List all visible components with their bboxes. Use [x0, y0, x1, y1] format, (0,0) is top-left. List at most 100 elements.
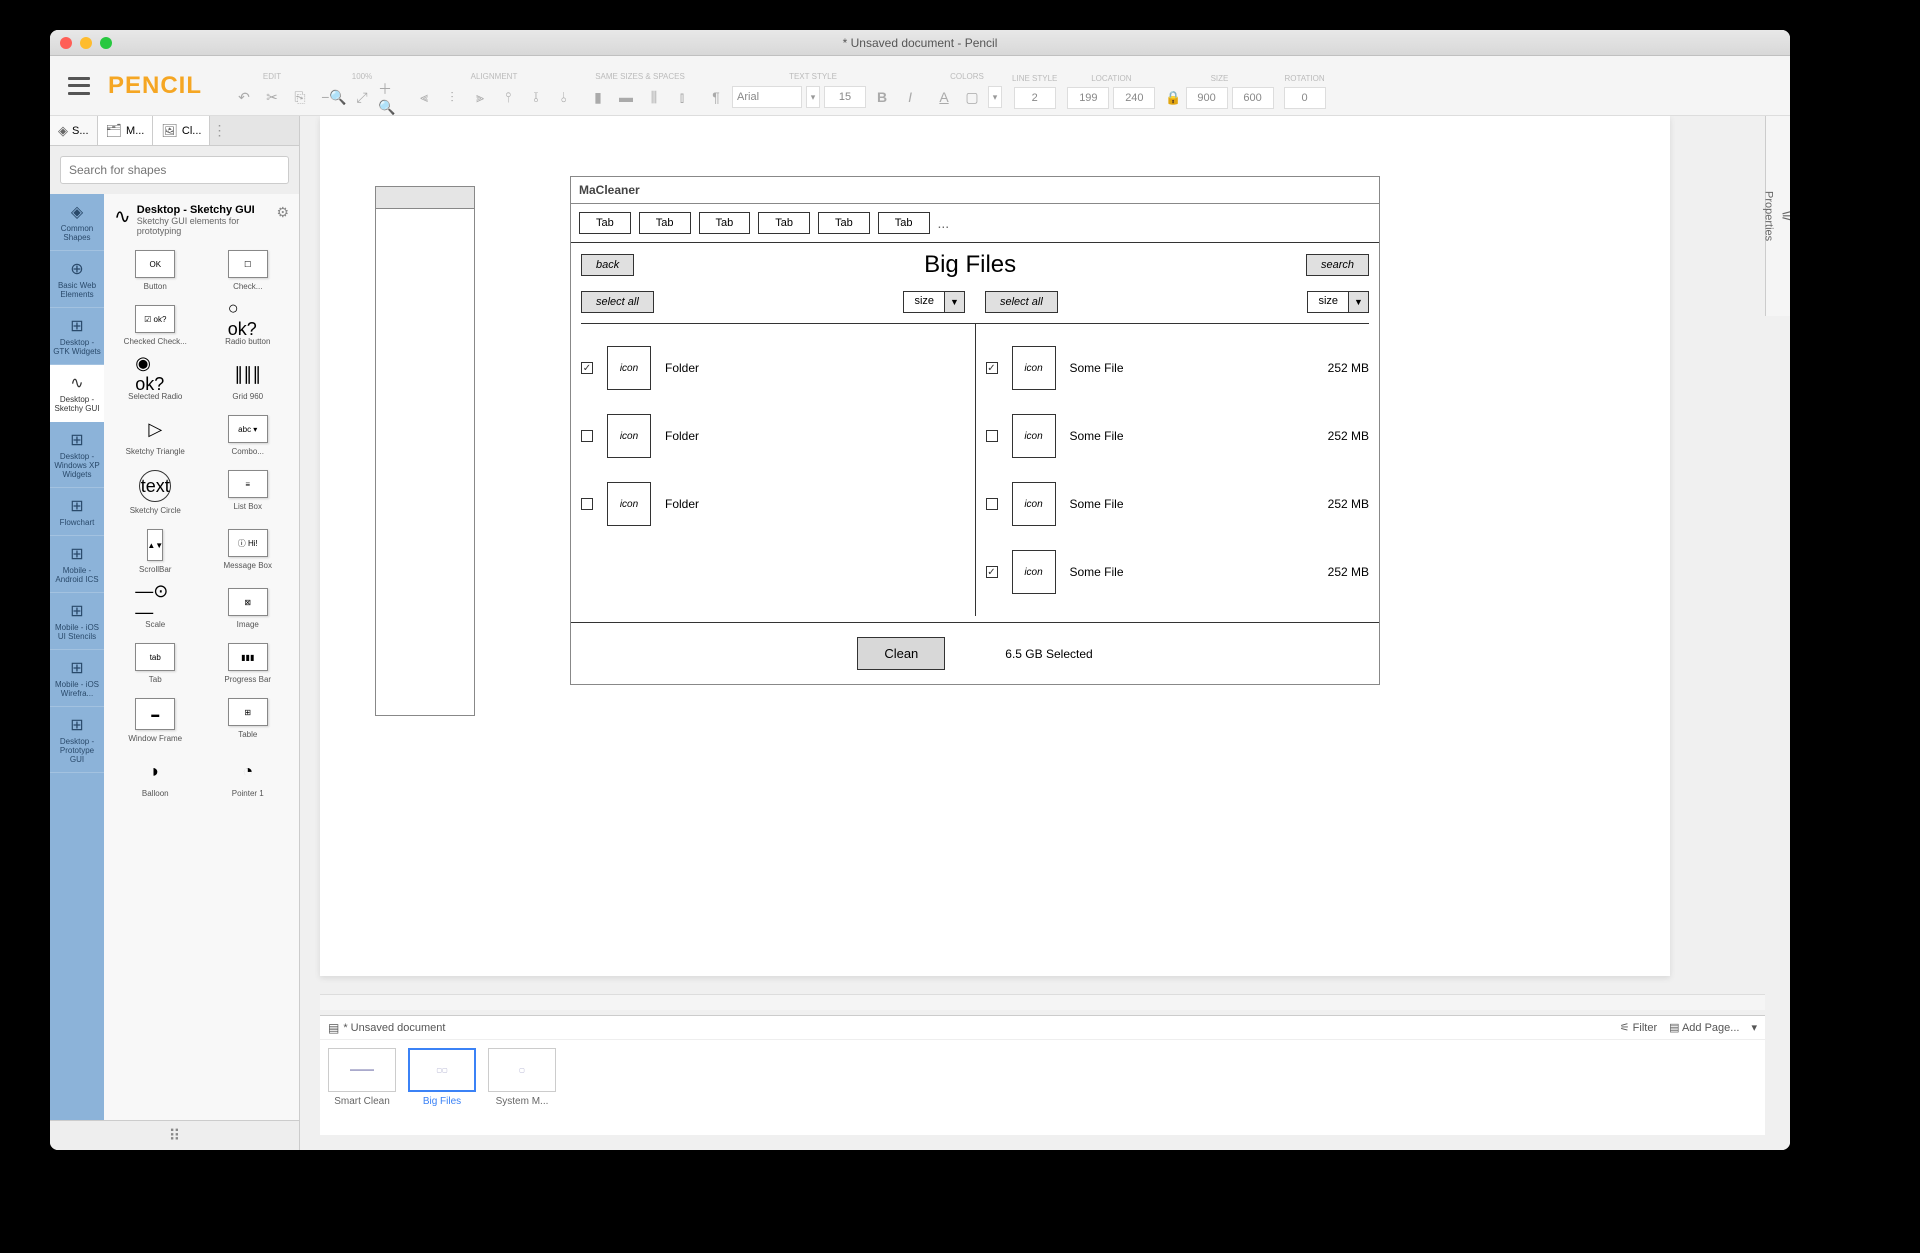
page-thumb-bigfiles[interactable]: ▢▢ Big Files [408, 1048, 476, 1127]
page-thumb-systemm[interactable]: ▢ System M... [488, 1048, 556, 1127]
bold-icon[interactable]: B [870, 85, 894, 109]
lock-icon[interactable]: 🔒 [1165, 90, 1181, 106]
shape-checked-checkbox[interactable]: ☑ ok?Checked Check... [112, 301, 199, 350]
text-color-icon[interactable]: A [932, 85, 956, 109]
font-select[interactable] [732, 86, 802, 108]
shape-window[interactable]: ▬Window Frame [112, 694, 199, 747]
category-ios-stencils[interactable]: ⊞Mobile - iOS UI Stencils [50, 593, 104, 650]
category-gtk[interactable]: ⊞Desktop - GTK Widgets [50, 308, 104, 365]
macleaner-wireframe[interactable]: MaCleaner Tab Tab Tab Tab Tab Tab ... ba… [570, 176, 1380, 685]
category-sketchy[interactable]: ∿Desktop - Sketchy GUI [50, 365, 104, 422]
size-w-input[interactable] [1186, 87, 1228, 109]
shape-tab[interactable]: tabTab [112, 639, 199, 688]
shape-msgbox[interactable]: ⓘ Hi!Message Box [205, 525, 292, 578]
search-input[interactable] [60, 156, 289, 184]
add-page-button[interactable]: ▤ Add Page... [1669, 1021, 1739, 1034]
align-center-icon[interactable]: ⫶ [440, 85, 464, 109]
checkbox-icon[interactable] [581, 430, 593, 442]
chevron-down-icon[interactable]: ▾ [988, 86, 1002, 108]
line-width-input[interactable] [1014, 87, 1056, 109]
shape-button[interactable]: OKButton [112, 246, 199, 295]
page-thumb-smartclean[interactable]: ▬▬▬▬ Smart Clean [328, 1048, 396, 1127]
panel-tab-m[interactable]: 🗂M... [98, 116, 154, 145]
titlebar[interactable]: * Unsaved document - Pencil [50, 30, 1790, 56]
chevron-down-icon[interactable]: ▾ [1751, 1021, 1757, 1034]
shape-listbox[interactable]: ≡List Box [205, 466, 292, 519]
dist-v-icon[interactable]: ⫾ [670, 85, 694, 109]
category-common[interactable]: ◈Common Shapes [50, 194, 104, 251]
checkbox-icon[interactable] [986, 430, 998, 442]
shape-checkbox[interactable]: ☐Check... [205, 246, 292, 295]
shape-table[interactable]: ⊞Table [205, 694, 292, 747]
shape-triangle[interactable]: ▷Sketchy Triangle [112, 411, 199, 460]
panel-tab-overflow[interactable]: ⋮ [210, 116, 228, 145]
properties-panel-collapsed[interactable]: ⚟ Properties [1765, 116, 1790, 316]
shape-radio[interactable]: ○ ok?Radio button [205, 301, 292, 350]
zoom-out-icon[interactable]: −🔍 [322, 85, 346, 109]
font-size-input[interactable] [824, 86, 866, 108]
shape-grid960[interactable]: ∥∥∥Grid 960 [205, 356, 292, 405]
clean-button[interactable]: Clean [857, 637, 945, 670]
menu-icon[interactable] [68, 77, 90, 95]
canvas-page[interactable]: MaCleaner Tab Tab Tab Tab Tab Tab ... ba… [320, 116, 1670, 976]
background-window-wireframe[interactable] [375, 186, 475, 716]
zoom-in-icon[interactable]: ＋🔍 [378, 85, 402, 109]
shape-combo[interactable]: abc ▾Combo... [205, 411, 292, 460]
italic-icon[interactable]: I [898, 85, 922, 109]
file-row[interactable]: ✓ icon Some File 252 MB [986, 538, 1370, 606]
category-android[interactable]: ⊞Mobile - Android ICS [50, 536, 104, 593]
panel-tab-shapes[interactable]: ◈S... [50, 116, 98, 145]
folder-row[interactable]: icon Folder [581, 470, 965, 538]
back-button[interactable]: back [581, 254, 634, 276]
align-right-icon[interactable]: ⫸ [468, 85, 492, 109]
sort-select[interactable]: size ▼ [1307, 291, 1369, 313]
align-middle-icon[interactable]: ⫱ [524, 85, 548, 109]
loc-x-input[interactable] [1067, 87, 1109, 109]
sort-select[interactable]: size ▼ [903, 291, 965, 313]
undo-icon[interactable]: ↶ [232, 85, 256, 109]
folder-row[interactable]: icon Folder [581, 402, 965, 470]
checkbox-icon[interactable] [581, 498, 593, 510]
file-row[interactable]: icon Some File 252 MB [986, 402, 1370, 470]
shape-circle[interactable]: textSketchy Circle [112, 466, 199, 519]
same-height-icon[interactable]: ▬ [614, 85, 638, 109]
folder-row[interactable]: ✓ icon Folder [581, 334, 965, 402]
cut-icon[interactable]: ✂ [260, 85, 284, 109]
wireframe-tab[interactable]: Tab [579, 212, 631, 234]
category-web[interactable]: ⊕Basic Web Elements [50, 251, 104, 308]
wireframe-tab[interactable]: Tab [818, 212, 870, 234]
align-top-icon[interactable]: ⫯ [496, 85, 520, 109]
shape-scrollbar[interactable]: ▲▼ScrollBar [112, 525, 199, 578]
filter-button[interactable]: ⚟ Filter [1620, 1021, 1657, 1034]
shape-image[interactable]: ⊠Image [205, 584, 292, 633]
align-bottom-icon[interactable]: ⫰ [552, 85, 576, 109]
category-winxp[interactable]: ⊞Desktop - Windows XP Widgets [50, 422, 104, 488]
horizontal-scrollbar[interactable] [320, 994, 1765, 1010]
wireframe-tab[interactable]: Tab [758, 212, 810, 234]
same-width-icon[interactable]: ▮ [586, 85, 610, 109]
category-ios-wireframe[interactable]: ⊞Mobile - iOS Wirefra... [50, 650, 104, 707]
rotation-input[interactable] [1284, 87, 1326, 109]
wireframe-tab[interactable]: Tab [699, 212, 751, 234]
panel-tab-cl[interactable]: 🖼Cl... [153, 116, 210, 145]
select-all-button[interactable]: select all [581, 291, 654, 313]
category-flowchart[interactable]: ⊞Flowchart [50, 488, 104, 536]
zoom-fit-icon[interactable]: ⤢ [350, 85, 374, 109]
category-prototype[interactable]: ⊞Desktop - Prototype GUI [50, 707, 104, 773]
gear-icon[interactable]: ⚙ [276, 204, 289, 221]
text-align-icon[interactable]: ¶ [704, 85, 728, 109]
checkbox-icon[interactable] [986, 498, 998, 510]
align-left-icon[interactable]: ⫷ [412, 85, 436, 109]
copy-icon[interactable]: ⎘ [288, 85, 312, 109]
shape-scale[interactable]: —⊙—Scale [112, 584, 199, 633]
checkbox-icon[interactable]: ✓ [986, 362, 998, 374]
file-row[interactable]: ✓ icon Some File 252 MB [986, 334, 1370, 402]
shape-progressbar[interactable]: ▮▮▮Progress Bar [205, 639, 292, 688]
shape-pointer[interactable]: ◔Pointer 1 [205, 753, 292, 802]
fill-color-icon[interactable]: ▢ [960, 85, 984, 109]
wireframe-tab[interactable]: Tab [639, 212, 691, 234]
size-h-input[interactable] [1232, 87, 1274, 109]
dist-h-icon[interactable]: ⫼ [642, 85, 666, 109]
checkbox-icon[interactable]: ✓ [581, 362, 593, 374]
shape-balloon[interactable]: ◗Balloon [112, 753, 199, 802]
